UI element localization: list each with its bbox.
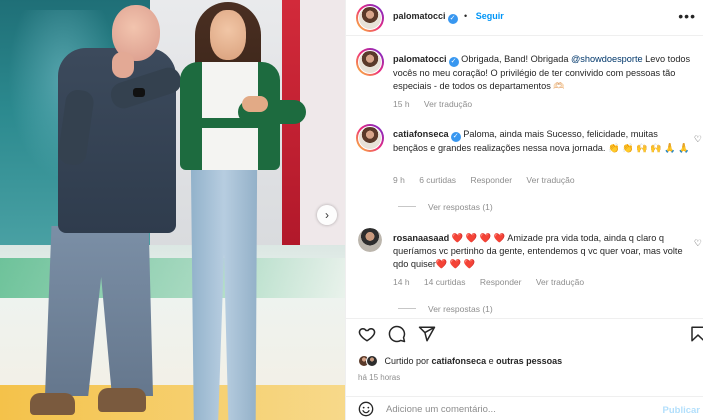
replies-divider [398,206,416,207]
avatar[interactable] [358,228,382,252]
header-user: palomatocci ✓ • Seguir [393,11,504,24]
post-actions [346,318,703,348]
liked-by-prefix: Curtido por [384,356,432,366]
comment-item: catiafonseca ✓ Paloma, ainda mais Sucesso… [346,122,703,212]
man-shoe [30,393,75,415]
bookmark-icon[interactable] [689,325,703,343]
comment-time: 9 h [393,175,405,185]
heart-icon[interactable]: ♡ [694,238,702,249]
heart-icon[interactable]: ♡ [694,134,702,145]
comment-item: rosanaasaad ❤️ ❤️ ❤️ ❤️ Amizade pra vida… [346,226,703,314]
liked-by[interactable]: Curtido por catiafonseca e outras pessoa… [358,355,562,367]
comment-time: 14 h [393,277,410,287]
comment-icon[interactable] [388,325,406,343]
replies-divider [398,308,416,309]
post-side-panel: palomatocci ✓ • Seguir ••• palomatocci ✓ O… [345,0,703,420]
post-time: há 15 horas [358,373,401,382]
comment-username[interactable]: catiafonseca [393,129,449,139]
avatar-image [358,6,382,30]
translate-link[interactable]: Ver tradução [424,99,472,109]
emoji-icon[interactable] [358,401,374,417]
comment-input[interactable] [386,404,646,415]
woman-face [210,10,246,60]
verified-badge-icon: ✓ [447,14,458,24]
separator: • [464,11,468,21]
avatar-image [358,50,382,74]
reply-button[interactable]: Responder [470,175,512,185]
man-shoe [98,388,146,412]
username[interactable]: palomatocci [393,11,446,21]
view-replies-button[interactable]: Ver respostas (1) [398,304,493,314]
comment-likes[interactable]: 6 curtidas [419,175,456,185]
post-header: palomatocci ✓ • Seguir ••• [346,0,703,36]
comment-meta: 14 h 14 curtidas Responder Ver tradução [393,277,596,287]
liker-avatar [366,355,378,367]
comment-meta: 9 h 6 curtidas Responder Ver tradução [393,175,587,185]
follow-button[interactable]: Seguir [476,11,504,21]
woman-hand [242,96,268,112]
chevron-right-icon[interactable]: › [317,205,337,225]
comment-likes[interactable]: 14 curtidas [424,277,466,287]
view-replies-label: Ver respostas (1) [428,304,493,314]
man-hand [112,52,134,78]
comment-text: catiafonseca ✓ Paloma, ainda mais Sucesso… [393,128,693,155]
view-replies-label: Ver respostas (1) [428,202,493,212]
caption-time: 15 h [393,99,410,109]
avatar-image [358,228,382,252]
caption: palomatocci ✓ Obrigada, Band! Obrigada @s… [346,44,703,114]
liked-by-user[interactable]: catiafonseca [432,356,487,366]
caption-username[interactable]: palomatocci [393,54,447,64]
heart-icon[interactable] [358,325,376,343]
add-comment-bar: Publicar [346,396,703,420]
avatar[interactable] [356,48,384,76]
liked-by-middle: e [486,356,497,366]
publish-button[interactable]: Publicar [663,405,701,416]
caption-meta: 15 h Ver tradução [393,99,484,109]
liked-by-others[interactable]: outras pessoas [496,356,562,366]
comment-text: rosanaasaad ❤️ ❤️ ❤️ ❤️ Amizade pra vida… [393,232,693,271]
verified-badge-icon: ✓ [448,57,459,67]
caption-body: Obrigada, Band! Obrigada [461,54,571,64]
share-icon[interactable] [418,325,436,343]
more-horizontal-icon[interactable]: ••• [678,8,696,24]
translate-link[interactable]: Ver tradução [536,277,584,287]
post-photo[interactable]: › [0,0,345,420]
man-watch [133,88,145,97]
avatar-image [358,126,382,150]
verified-badge-icon: ✓ [450,132,461,142]
reply-button[interactable]: Responder [480,277,522,287]
caption-text: palomatocci ✓ Obrigada, Band! Obrigada @s… [393,53,693,93]
comment-username[interactable]: rosanaasaad [393,233,449,243]
view-replies-button[interactable]: Ver respostas (1) [398,202,493,212]
avatar[interactable] [356,124,384,152]
avatar[interactable] [356,4,384,32]
mention-link[interactable]: @showdoesporte [571,54,643,64]
translate-link[interactable]: Ver tradução [526,175,574,185]
